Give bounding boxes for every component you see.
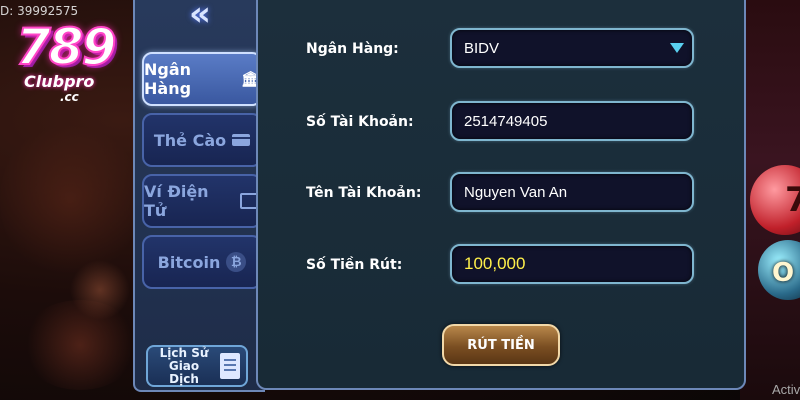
user-id-label: D: 39992575 xyxy=(0,4,79,18)
history-label: Lịch Sử Giao Dịch xyxy=(152,345,216,386)
tab-scratch-card[interactable]: Thẻ Cào xyxy=(142,113,262,167)
logo-number: 789 xyxy=(15,17,117,77)
account-name-input[interactable]: Nguyen Van An xyxy=(450,172,694,212)
logo-sub: Clubpro xyxy=(24,72,95,91)
background-bokeh xyxy=(20,300,140,390)
account-name-value: Nguyen Van An xyxy=(464,183,568,201)
card-icon xyxy=(232,134,251,146)
account-name-label: Tên Tài Khoản: xyxy=(306,185,422,201)
amount-input[interactable]: 100,000 xyxy=(450,244,694,284)
back-button[interactable]: « xyxy=(165,0,235,34)
background-bokeh xyxy=(0,120,140,280)
history-label-line1: Lịch Sử xyxy=(159,345,209,360)
bitcoin-icon: ₿ xyxy=(226,252,247,272)
logo: 789 Clubpro .cc xyxy=(10,17,120,108)
tab-label: Thẻ Cào xyxy=(153,130,227,150)
background-letter: O xyxy=(772,258,795,288)
background-bokeh xyxy=(70,260,130,320)
account-number-label: Số Tài Khoản: xyxy=(306,114,414,130)
tab-label: Bitcoin xyxy=(157,252,221,272)
history-label-line2: Giao Dịch xyxy=(168,358,200,386)
tab-bitcoin[interactable]: Bitcoin ₿ xyxy=(142,235,262,289)
tab-label: Ví Điện Tử xyxy=(144,182,209,220)
amount-value: 100,000 xyxy=(464,254,526,273)
double-chevron-left-icon: « xyxy=(189,0,211,34)
logo-domain: .cc xyxy=(60,90,79,104)
account-number-input[interactable]: 2514749405 xyxy=(450,101,694,141)
bank-select-value: BIDV xyxy=(464,39,500,57)
tab-e-wallet[interactable]: Ví Điện Tử xyxy=(142,174,262,228)
bank-select[interactable]: BIDV xyxy=(450,28,694,68)
amount-label: Số Tiền Rút: xyxy=(306,257,403,273)
tab-bank[interactable]: Ngân Hàng 🏛 xyxy=(142,52,262,106)
lottery-ball-number: 7 xyxy=(785,180,800,220)
tab-label: Ngân Hàng xyxy=(144,60,192,98)
account-number-value: 2514749405 xyxy=(464,112,548,130)
document-icon xyxy=(220,353,240,379)
withdraw-button[interactable]: RÚT TIỀN xyxy=(442,324,560,366)
transaction-history-button[interactable]: Lịch Sử Giao Dịch xyxy=(146,345,248,387)
chevron-down-icon xyxy=(670,43,684,53)
activate-windows-text: Activ xyxy=(772,382,800,397)
bank-label: Ngân Hàng: xyxy=(306,41,399,57)
